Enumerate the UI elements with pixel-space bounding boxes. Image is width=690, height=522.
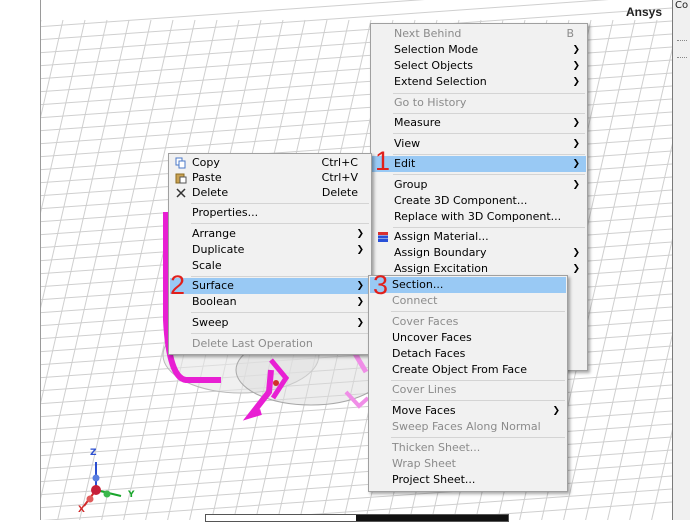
- menu-item-select-objects[interactable]: Select Objects ❯: [372, 58, 586, 74]
- step-number-3: 3: [373, 270, 389, 300]
- scrollbar-thumb[interactable]: [356, 515, 508, 521]
- axis-z-label: Z: [90, 448, 97, 458]
- menu-item-surface[interactable]: Surface ❯: [170, 278, 370, 294]
- menu-item-sweep[interactable]: Sweep ❯: [170, 315, 370, 331]
- menu-item-assign-boundary[interactable]: Assign Boundary ❯: [372, 245, 586, 261]
- ansys-logo: Ansys: [625, 5, 662, 19]
- axis-triad: [83, 462, 122, 507]
- menu-item-scale[interactable]: Scale: [170, 258, 370, 274]
- menu-item-selection-mode[interactable]: Selection Mode ❯: [372, 42, 586, 58]
- submenu-arrow-icon: ❯: [356, 318, 364, 328]
- submenu-arrow-icon: ❯: [572, 264, 580, 274]
- menu-item-properties[interactable]: Properties...: [170, 205, 370, 221]
- menu-item-replace-3d-component[interactable]: Replace with 3D Component...: [372, 209, 586, 225]
- menu-item-measure[interactable]: Measure ❯: [372, 115, 586, 131]
- submenu-arrow-icon: ❯: [572, 180, 580, 190]
- submenu-arrow-icon: ❯: [356, 229, 364, 239]
- menu-item-move-faces[interactable]: Move Faces ❯: [370, 403, 566, 419]
- context-menu-main: Copy Ctrl+C Paste Ctrl+V Delete Delete Prop…: [168, 153, 372, 355]
- menu-item-boolean[interactable]: Boolean ❯: [170, 294, 370, 310]
- paste-icon: [175, 172, 187, 184]
- menu-item-create-object-from-face[interactable]: Create Object From Face: [370, 362, 566, 378]
- menu-item-delete-last-operation: Delete Last Operation: [192, 337, 313, 350]
- submenu-arrow-icon: ❯: [552, 406, 560, 416]
- menu-item-wrap-sheet: Wrap Sheet: [392, 457, 456, 470]
- menu-item-edit[interactable]: Edit ❯: [372, 156, 586, 172]
- axis-x-label: X: [78, 505, 85, 515]
- left-panel-strip: [0, 0, 41, 520]
- submenu-arrow-icon: ❯: [572, 77, 580, 87]
- menu-item-copy[interactable]: Copy Ctrl+C: [170, 155, 370, 171]
- submenu-arrow-icon: ❯: [572, 139, 580, 149]
- right-side-panel: Co: [672, 0, 690, 520]
- menu-item-next-behind: Next Behind B: [394, 27, 574, 40]
- menu-item-sweep-faces-along-normal: Sweep Faces Along Normal: [392, 420, 541, 433]
- menu-item-view[interactable]: View ❯: [372, 136, 586, 152]
- menu-item-project-sheet[interactable]: Project Sheet...: [370, 472, 566, 488]
- submenu-arrow-icon: ❯: [356, 297, 364, 307]
- menu-item-go-to-history: Go to History: [394, 96, 467, 109]
- menu-item-cover-faces: Cover Faces: [392, 315, 459, 328]
- submenu-arrow-icon: ❯: [356, 281, 364, 291]
- properties-tab[interactable]: Co: [675, 0, 688, 11]
- menu-item-create-3d-component[interactable]: Create 3D Component...: [372, 193, 586, 209]
- submenu-arrow-icon: ❯: [572, 61, 580, 71]
- menu-item-group[interactable]: Group ❯: [372, 177, 586, 193]
- surface-submenu: Section... Connect Cover Faces Uncover F…: [368, 275, 568, 492]
- menu-item-paste[interactable]: Paste Ctrl+V: [170, 170, 370, 186]
- menu-item-extend-selection[interactable]: Extend Selection ❯: [372, 74, 586, 90]
- submenu-arrow-icon: ❯: [572, 159, 580, 169]
- menu-item-assign-material[interactable]: Assign Material...: [372, 229, 586, 245]
- menu-item-thicken-sheet: Thicken Sheet...: [392, 441, 481, 454]
- menu-item-section[interactable]: Section...: [370, 277, 566, 293]
- menu-item-cover-lines: Cover Lines: [392, 383, 457, 396]
- submenu-arrow-icon: ❯: [572, 45, 580, 55]
- menu-item-arrange[interactable]: Arrange ❯: [170, 226, 370, 242]
- submenu-arrow-icon: ❯: [356, 245, 364, 255]
- menu-item-detach-faces[interactable]: Detach Faces: [370, 346, 566, 362]
- menu-item-uncover-faces[interactable]: Uncover Faces: [370, 330, 566, 346]
- menu-item-connect: Connect: [392, 294, 438, 307]
- step-number-2: 2: [170, 270, 186, 300]
- delete-icon: [175, 187, 187, 199]
- copy-icon: [175, 157, 187, 169]
- axis-y-label: Y: [128, 490, 135, 500]
- step-number-1: 1: [375, 146, 391, 176]
- bottom-scrollbar[interactable]: [205, 514, 509, 522]
- menu-item-duplicate[interactable]: Duplicate ❯: [170, 242, 370, 258]
- material-icon: [377, 231, 389, 243]
- submenu-arrow-icon: ❯: [572, 248, 580, 258]
- menu-item-delete[interactable]: Delete Delete: [170, 185, 370, 201]
- submenu-arrow-icon: ❯: [572, 118, 580, 128]
